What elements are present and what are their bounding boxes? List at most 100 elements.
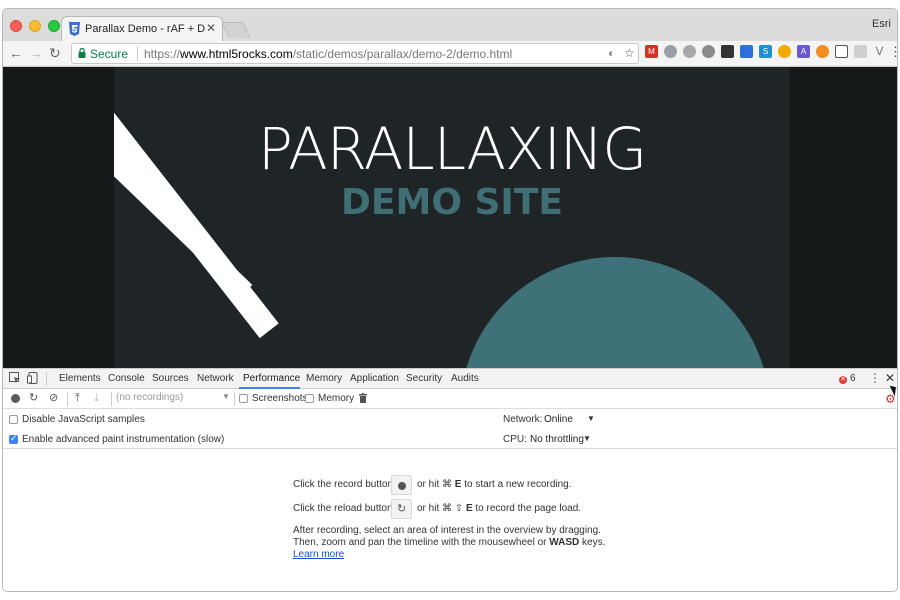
record-icon[interactable]: [11, 394, 20, 403]
new-tab-button[interactable]: [221, 22, 251, 38]
url-separator: [137, 46, 138, 61]
hero-subtitle: DEMO SITE: [341, 182, 563, 223]
layers-extension-icon[interactable]: [721, 45, 734, 58]
paint-instrumentation-label: Enable advanced paint instrumentation (s…: [22, 434, 225, 445]
search-extension-icon[interactable]: [664, 45, 677, 58]
record-dot-icon: [398, 482, 406, 490]
tab-close-icon[interactable]: ✕: [206, 21, 216, 35]
load-profile-icon[interactable]: ⤒: [75, 392, 80, 405]
tab-elements[interactable]: Elements: [59, 373, 101, 384]
recordings-dropdown-icon[interactable]: ▼: [222, 392, 230, 401]
device-toolbar-icon[interactable]: [27, 372, 39, 384]
reload-icon[interactable]: ↻: [49, 44, 61, 62]
disable-js-samples-label: Disable JavaScript samples: [22, 414, 145, 425]
tab-application[interactable]: Application: [350, 373, 399, 384]
orange-extension-icon[interactable]: [816, 45, 829, 58]
performance-toolbar: ↻ ⊘ ⤒ ⤓ (no recordings) ▼ Screenshots Me…: [3, 389, 897, 409]
hero-title: PARALLAXING: [257, 115, 647, 183]
cast-icon[interactable]: [835, 45, 848, 58]
wasd-key: WASD: [549, 537, 580, 548]
learn-more-link[interactable]: Learn more: [293, 549, 344, 560]
cpu-throttle-label: CPU:: [503, 434, 527, 445]
cookie-block-icon[interactable]: ◐: [608, 46, 615, 60]
calendar-extension-icon[interactable]: [740, 45, 753, 58]
tab-strip: Parallax Demo - rAF + DOM + ! ✕ Esri: [3, 9, 897, 42]
record-instruction-suffix: or hit ⌘ E to start a new recording.: [417, 479, 572, 490]
disable-js-samples-checkbox[interactable]: [9, 415, 18, 424]
devtools-tab-bar: Elements Console Sources Network Perform…: [3, 369, 897, 389]
clear-icon[interactable]: ⊘: [49, 392, 58, 405]
reload-instruction-prefix: Click the reload button: [293, 503, 393, 514]
tab-separator: [46, 372, 47, 386]
save-profile-icon[interactable]: ⤓: [94, 392, 99, 405]
screenshots-checkbox[interactable]: [239, 394, 248, 403]
error-icon: ✕: [839, 376, 847, 384]
menu-kebab-icon[interactable]: ⋮: [889, 45, 897, 58]
url-scheme: https://: [144, 47, 181, 61]
zoom-window-button[interactable]: [48, 20, 60, 32]
a-extension-icon[interactable]: A: [797, 45, 810, 58]
devtools-menu-icon[interactable]: ⋮: [869, 371, 881, 385]
devtools-panel: Elements Console Sources Network Perform…: [3, 368, 897, 591]
after-line-2-text: Then, zoom and pan the timeline with the…: [293, 537, 547, 548]
bookmark-star-icon[interactable]: ☆: [624, 46, 635, 60]
paint-instrumentation-checkbox[interactable]: [9, 433, 18, 444]
error-count: 6: [850, 373, 856, 384]
close-window-button[interactable]: [10, 20, 22, 32]
tab-console[interactable]: Console: [108, 373, 145, 384]
back-arrow-icon[interactable]: ←: [9, 44, 23, 62]
landing-reload-button[interactable]: ↻: [391, 499, 412, 519]
toolbar-separator: [111, 392, 112, 406]
record-instruction-prefix: Click the record button: [293, 479, 394, 490]
reload-circle-icon: ↻: [397, 503, 407, 515]
network-dropdown-icon[interactable]: ▼: [587, 414, 595, 423]
url-text[interactable]: https://www.html5rocks.com/static/demos/…: [144, 47, 512, 61]
browser-tab[interactable]: Parallax Demo - rAF + DOM + ! ✕: [61, 16, 223, 42]
tab-security[interactable]: Security: [406, 373, 442, 384]
error-counter[interactable]: ✕ 6: [839, 373, 856, 384]
reload-shortcut-key: E: [465, 503, 473, 514]
cloud-extension-icon[interactable]: [683, 45, 696, 58]
cpu-throttle-select[interactable]: No throttling: [530, 434, 584, 445]
page-viewport: PARALLAXING DEMO SITE: [3, 67, 897, 368]
tab-memory[interactable]: Memory: [306, 373, 342, 384]
browser-toolbar: ← → ↻ Secure https://www.html5rocks.com/…: [3, 41, 897, 67]
tab-title: Parallax Demo - rAF + DOM + !: [85, 23, 205, 35]
tab-performance[interactable]: Performance: [243, 373, 300, 384]
url-host: www.html5rocks.com: [180, 47, 293, 61]
emoji-extension-icon[interactable]: [778, 45, 791, 58]
profile-name[interactable]: Esri: [872, 18, 891, 30]
gmail-extension-icon[interactable]: M: [645, 45, 658, 58]
cpu-dropdown-icon[interactable]: ▼: [583, 434, 591, 443]
record-shortcut-key: E: [454, 479, 462, 490]
hero-section: PARALLAXING DEMO SITE: [114, 67, 790, 368]
reload-instruction-suffix: or hit ⌘ ⇧ E to record the page load.: [417, 503, 581, 514]
address-bar[interactable]: Secure https://www.html5rocks.com/static…: [71, 43, 639, 64]
inspect-element-icon[interactable]: [9, 372, 21, 384]
teal-circle: [460, 257, 770, 368]
v-extension-icon[interactable]: V: [873, 45, 886, 58]
after-recording-line-2: Then, zoom and pan the timeline with the…: [293, 536, 605, 550]
reload-record-icon[interactable]: ↻: [29, 392, 38, 405]
html5-icon: [69, 22, 80, 36]
s-extension-icon[interactable]: S: [759, 45, 772, 58]
tab-network[interactable]: Network: [197, 373, 234, 384]
reload-shortcut-text: to record the page load.: [475, 503, 582, 514]
minimize-window-button[interactable]: [29, 20, 41, 32]
secure-label: Secure: [90, 47, 129, 61]
pen-extension-icon[interactable]: [854, 45, 867, 58]
recordings-select[interactable]: (no recordings): [116, 392, 232, 403]
tab-sources[interactable]: Sources: [152, 373, 189, 384]
memory-label: Memory: [318, 393, 355, 404]
network-throttle-select[interactable]: Online: [544, 414, 573, 425]
toolbar-separator: [234, 392, 235, 406]
memory-checkbox[interactable]: [305, 394, 314, 403]
lock-icon: [78, 48, 86, 58]
trash-icon[interactable]: [359, 393, 367, 403]
reload-shortcut-prefix: or hit ⌘ ⇧: [417, 503, 464, 514]
tab-audits[interactable]: Audits: [451, 373, 479, 384]
toolbar-separator: [67, 392, 68, 406]
landing-record-button[interactable]: [391, 475, 412, 495]
forward-arrow-icon[interactable]: →: [29, 44, 43, 62]
grey-extension-icon[interactable]: [702, 45, 715, 58]
